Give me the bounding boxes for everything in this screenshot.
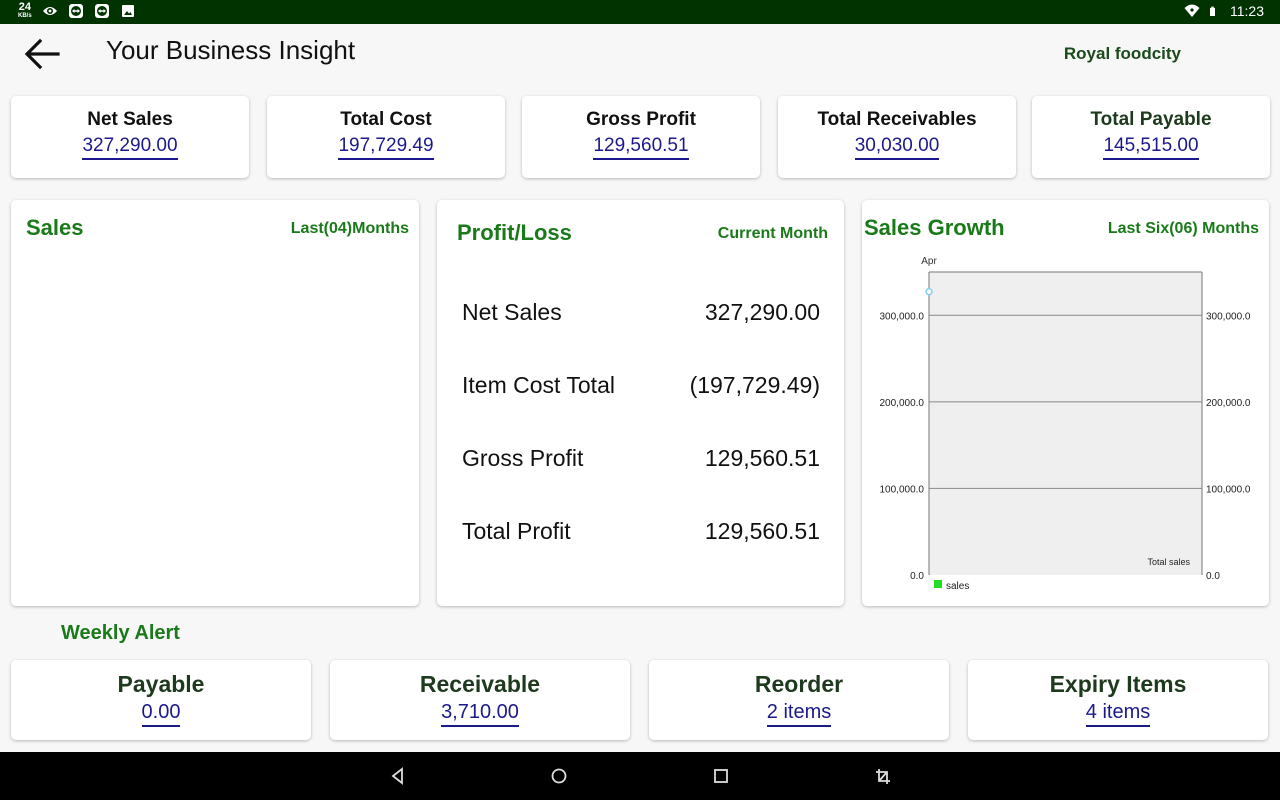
data-point[interactable] <box>925 287 933 296</box>
wifi-icon <box>1184 4 1200 17</box>
y-tick-label-right: 100,000.0 <box>1206 484 1251 495</box>
screenshot-icon[interactable] <box>873 766 893 786</box>
alert-value-link[interactable]: 4 items <box>1085 701 1151 727</box>
status-bar: 24 KB/s 11:23 <box>0 0 1280 24</box>
alert-label: Expiry Items <box>1049 671 1187 697</box>
gross-profit-card[interactable]: Gross Profit 129,560.51 <box>522 96 760 178</box>
stat-label: Total Receivables <box>817 109 977 130</box>
alert-label: Payable <box>117 671 205 697</box>
total-receivables-card[interactable]: Total Receivables 30,030.00 <box>778 96 1016 178</box>
pl-row-label: Gross Profit <box>462 445 584 471</box>
pl-row-item-cost: Item Cost Total (197,729.49) <box>462 372 820 399</box>
y-tick-label-right: 200,000.0 <box>1206 398 1251 409</box>
stat-label: Total Payable <box>1090 109 1212 130</box>
app-bar: Your Business Insight Royal foodcity <box>0 24 1280 88</box>
recents-icon[interactable] <box>711 766 731 786</box>
net-sales-card[interactable]: Net Sales 327,290.00 <box>11 96 249 178</box>
pl-row-gross-profit: Gross Profit 129,560.51 <box>462 445 820 472</box>
battery-icon <box>1210 6 1215 16</box>
legend-swatch <box>934 580 942 588</box>
total-payable-card[interactable]: Total Payable 145,515.00 <box>1032 96 1270 178</box>
sales-panel: Sales Last(04)Months <box>11 200 419 606</box>
sales-growth-chart: 0.0 0.0 100,000.0 100,000.0 200,000.0 200,000… <box>880 256 1251 592</box>
plot-background <box>929 272 1202 575</box>
eye-icon <box>42 6 57 15</box>
teamviewer-icon <box>68 3 83 18</box>
clock: 11:23 <box>1230 3 1264 19</box>
teamviewer-icon <box>94 3 109 18</box>
y-tick-label-left: 300,000.0 <box>880 311 925 322</box>
navigation-bar <box>0 752 1280 800</box>
pl-row-value: 129,560.51 <box>704 518 820 544</box>
network-speed-value: 24 <box>18 1 31 13</box>
network-speed: 24 KB/s <box>18 1 32 20</box>
alert-label: Reorder <box>754 671 844 697</box>
y-tick-label-left: 0.0 <box>910 571 924 582</box>
pl-row-label: Total Profit <box>462 518 571 544</box>
stat-value-link[interactable]: 129,560.51 <box>593 135 689 160</box>
legend-label: sales <box>946 581 969 592</box>
stat-value-link[interactable]: 30,030.00 <box>854 135 940 160</box>
home-icon[interactable] <box>549 766 569 786</box>
stat-value-link[interactable]: 327,290.00 <box>82 135 178 160</box>
alert-value-link[interactable]: 2 items <box>766 701 832 727</box>
stat-value-link[interactable]: 145,515.00 <box>1103 135 1199 160</box>
weekly-alert-title: Weekly Alert <box>61 622 180 644</box>
profit-loss-period: Current Month <box>717 225 828 242</box>
stat-label: Gross Profit <box>586 109 696 130</box>
profit-loss-title: Profit/Loss <box>457 220 572 245</box>
alert-value-link[interactable]: 0.00 <box>141 701 181 727</box>
y-tick-label-left: 200,000.0 <box>880 398 925 409</box>
pl-row-total-profit: Total Profit 129,560.51 <box>462 518 820 545</box>
y-tick-label-right: 0.0 <box>1206 571 1220 582</box>
page-title: Your Business Insight <box>106 35 356 65</box>
stat-label: Net Sales <box>87 109 173 130</box>
pl-row-label: Net Sales <box>462 299 562 325</box>
back-button[interactable] <box>22 36 62 72</box>
pl-row-value: 327,290.00 <box>704 299 820 325</box>
arrow-left-icon <box>24 38 60 70</box>
alert-reorder-card[interactable]: Reorder 2 items <box>649 660 949 740</box>
profit-loss-panel: Profit/Loss Current Month Net Sales 327,… <box>437 200 844 606</box>
y-tick-label-left: 100,000.0 <box>880 484 925 495</box>
pl-row-net-sales: Net Sales 327,290.00 <box>462 299 820 326</box>
image-icon <box>121 4 134 17</box>
pl-row-value: (197,729.49) <box>689 372 820 398</box>
stat-value-link[interactable]: 197,729.49 <box>338 135 434 160</box>
alert-payable-card[interactable]: Payable 0.00 <box>11 660 311 740</box>
alert-value-link[interactable]: 3,710.00 <box>441 701 519 727</box>
x-category-label: Apr <box>921 256 937 267</box>
alert-label: Receivable <box>419 671 541 697</box>
stat-label: Total Cost <box>340 109 432 130</box>
pl-row-value: 129,560.51 <box>704 445 820 471</box>
y-tick-label-right: 300,000.0 <box>1206 311 1251 322</box>
sales-panel-title: Sales <box>26 215 84 240</box>
total-cost-card[interactable]: Total Cost 197,729.49 <box>267 96 505 178</box>
back-icon[interactable] <box>388 766 408 786</box>
store-name: Royal foodcity <box>1063 44 1181 63</box>
network-speed-unit: KB/s <box>18 13 32 19</box>
chart-annotation: Total sales <box>1147 557 1190 567</box>
pl-row-label: Item Cost Total <box>462 372 615 398</box>
sales-panel-period: Last(04)Months <box>290 220 409 237</box>
sales-growth-panel: Sales Growth Last Six(06) Months 0.0 0.0 1… <box>862 200 1269 606</box>
alert-receivable-card[interactable]: Receivable 3,710.00 <box>330 660 630 740</box>
alert-expiry-card[interactable]: Expiry Items 4 items <box>968 660 1268 740</box>
